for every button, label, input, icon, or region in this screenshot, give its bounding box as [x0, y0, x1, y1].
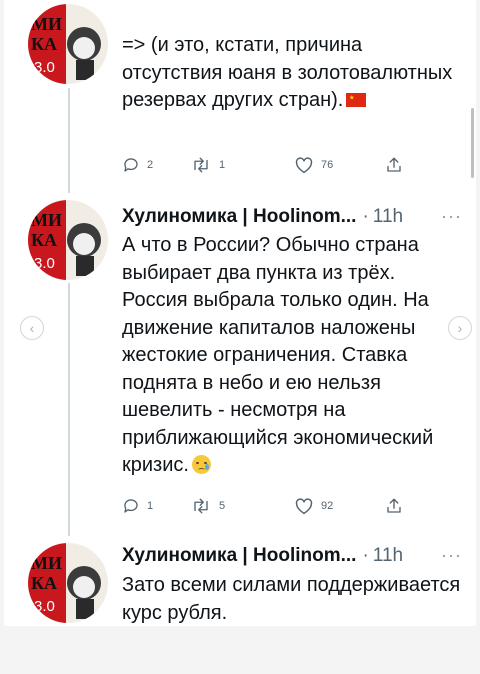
tweet-text-content: Зато всеми силами поддерживается курс ру… [122, 574, 461, 624]
like-button[interactable]: 76 [294, 156, 333, 174]
avatar-label: 3.0 [34, 59, 55, 76]
scrollbar[interactable] [471, 108, 474, 178]
avatar[interactable]: МИ КА 3.0 [28, 543, 108, 623]
share-button[interactable] [385, 497, 403, 515]
reply-button[interactable]: 1 [122, 497, 153, 515]
avatar-label: КА [31, 230, 57, 250]
thread-line [68, 88, 70, 193]
retweet-icon [194, 157, 208, 173]
chevron-right-icon: › [457, 320, 463, 336]
author-name[interactable]: Хулиномика | Hoolinom... [122, 206, 356, 228]
tweet-actions: 1 5 92 [122, 497, 422, 521]
previous-arrow-button[interactable]: ‹ [20, 316, 44, 340]
share-icon [387, 498, 401, 513]
tweet-text-content: => (и это, кстати, причина отсутствия юа… [122, 34, 453, 111]
reply-count: 1 [147, 500, 154, 512]
tweet-text-content: А что в России? Обычно страна выбирает д… [122, 234, 434, 476]
avatar[interactable]: МИ КА 3.0 [28, 4, 108, 84]
tweet-header: Хулиномика | Hoolinom... · 11h [122, 203, 462, 231]
avatar-label: МИ [31, 14, 62, 34]
retweet-button[interactable]: 5 [190, 497, 225, 515]
thread-line [68, 283, 70, 536]
retweet-count: 5 [219, 500, 226, 512]
avatar-label: 3.0 [34, 255, 55, 272]
heart-icon [295, 157, 313, 174]
reply-button[interactable]: 2 [122, 156, 153, 174]
reply-count: 2 [147, 159, 154, 171]
avatar[interactable]: МИ КА 3.0 [28, 200, 108, 280]
crying-face-emoji-icon [191, 455, 211, 474]
retweet-icon [194, 498, 208, 514]
more-options-icon[interactable]: ··· [441, 206, 462, 227]
more-options-icon[interactable]: ··· [441, 545, 462, 566]
reply-icon [124, 499, 138, 513]
avatar-label: КА [31, 573, 57, 593]
header-separator: · [362, 206, 369, 227]
timestamp[interactable]: 11h [373, 545, 403, 567]
tweet-thread: МИ КА 3.0 => (и это, кстати, причина отс… [4, 0, 476, 626]
reply-icon [124, 158, 138, 172]
china-flag-icon [346, 93, 367, 107]
like-count: 76 [321, 159, 334, 171]
tweet-text: => (и это, кстати, причина отсутствия юа… [122, 32, 462, 115]
avatar-label: КА [31, 34, 57, 54]
next-arrow-button[interactable]: › [448, 316, 472, 340]
chevron-left-icon: ‹ [29, 320, 35, 336]
avatar-label: МИ [31, 210, 62, 230]
header-separator: · [362, 545, 369, 566]
tweet-text: Зато всеми силами поддерживается курс ру… [122, 572, 462, 626]
retweet-count: 1 [219, 159, 226, 171]
author-name[interactable]: Хулиномика | Hoolinom... [122, 545, 356, 567]
tweet-header: Хулиномика | Hoolinom... · 11h [122, 542, 462, 570]
share-icon [387, 157, 401, 172]
like-count: 92 [321, 500, 334, 512]
tweet-text: А что в России? Обычно страна выбирает д… [122, 232, 462, 480]
heart-icon [295, 498, 313, 515]
timestamp[interactable]: 11h [373, 206, 403, 228]
avatar-label: 3.0 [34, 598, 55, 615]
retweet-button[interactable]: 1 [190, 156, 225, 174]
like-button[interactable]: 92 [294, 497, 333, 515]
tweet-actions: 2 1 76 [122, 156, 422, 180]
share-button[interactable] [385, 156, 403, 174]
avatar-label: МИ [31, 553, 62, 573]
